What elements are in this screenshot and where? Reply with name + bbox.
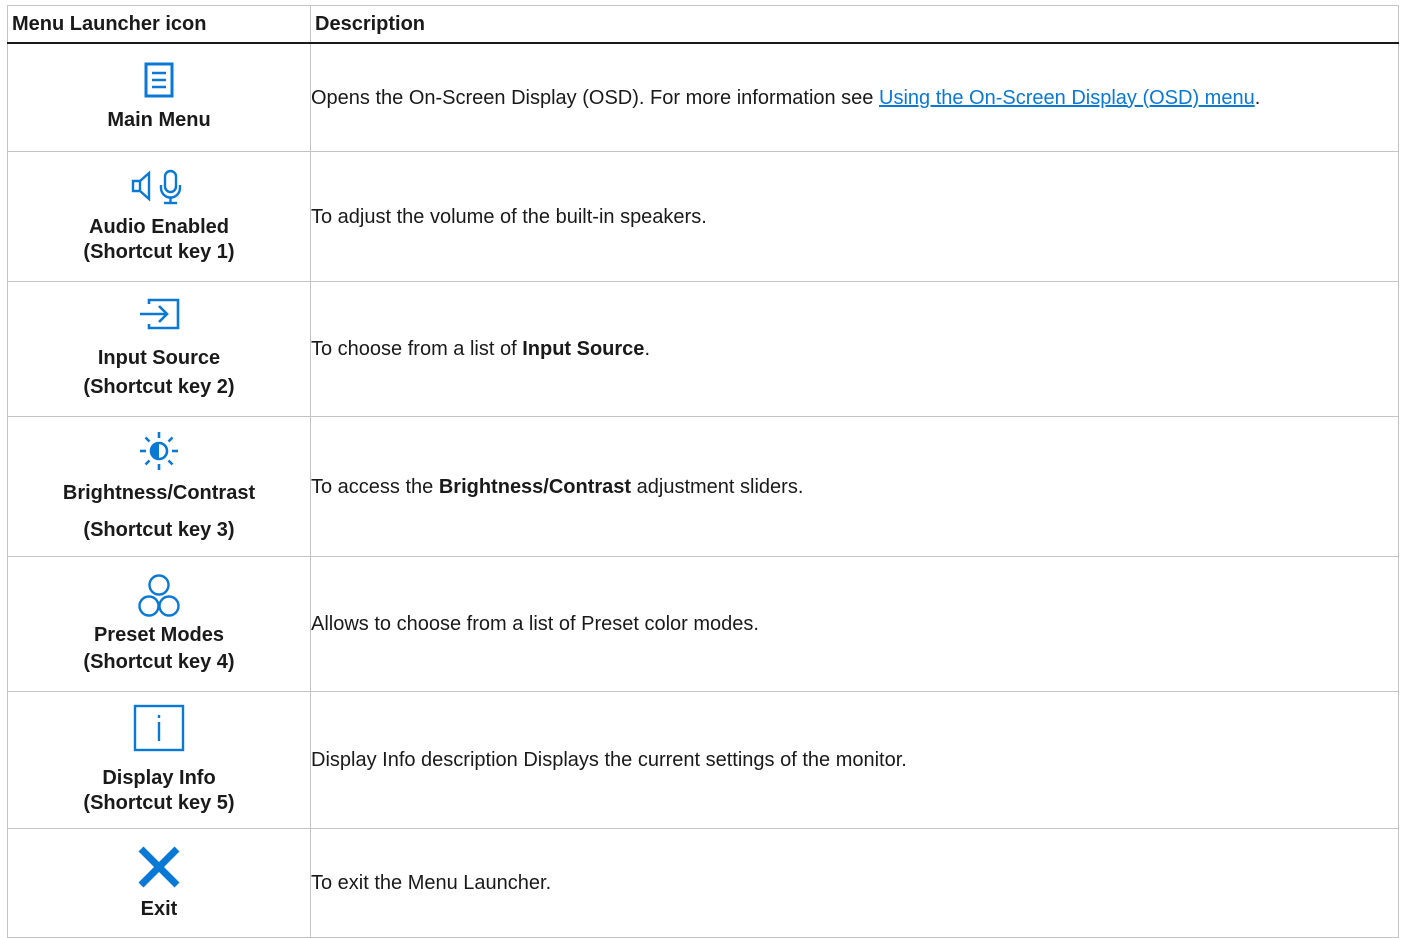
speaker-microphone-icon — [131, 169, 182, 205]
display-info-description: Display Info description Displays the cu… — [311, 749, 907, 771]
preset-modes-description: Allows to choose from a list of Preset c… — [311, 613, 759, 635]
description-period: . — [1254, 86, 1261, 109]
description-cell: To access the Brightness/Contrast adjust… — [310, 416, 1399, 557]
brightness-contrast-icon — [140, 431, 178, 470]
display-info-label: Display Info — [102, 767, 216, 789]
table-row-preset-modes: Preset Modes (Shortcut key 4) Allows to … — [7, 556, 1399, 692]
exit-icon — [138, 846, 180, 887]
input-source-label: Input Source — [97, 347, 221, 369]
audio-description: To adjust the volume of the built-in spe… — [311, 205, 707, 228]
table-header-row: Menu Launcher icon Description — [7, 5, 1399, 44]
icon-cell: Exit — [7, 828, 311, 938]
table-row-brightness-contrast: Brightness/Contrast (Shortcut key 3) To … — [7, 416, 1399, 557]
description-period: . — [644, 338, 650, 360]
description-cell: Opens the On-Screen Display (OSD). For m… — [310, 42, 1399, 152]
description-cell: To adjust the volume of the built-in spe… — [310, 151, 1399, 282]
brightness-description: To access the — [311, 475, 439, 498]
shortcut-key-2-label: (Shortcut key 2) — [83, 376, 235, 398]
table-row-main-menu: Main Menu Opens the On-Screen Display (O… — [7, 42, 1399, 152]
shortcut-key-4-label: (Shortcut key 4) — [83, 651, 235, 673]
exit-label: Exit — [140, 897, 178, 920]
shortcut-key-1-label: (Shortcut key 1) — [83, 241, 235, 263]
preset-modes-label: Preset Modes — [93, 624, 225, 646]
shortcut-key-5-label: (Shortcut key 5) — [83, 792, 235, 814]
table-row-exit: Exit To exit the Menu Launcher. — [7, 828, 1399, 938]
main-menu-description: Opens the On-Screen Display (OSD). For m… — [311, 86, 879, 109]
brightness-contrast-label: Brightness/Contrast — [62, 481, 256, 504]
icon-cell: Brightness/Contrast (Shortcut key 3) — [7, 416, 311, 557]
icon-cell: Preset Modes (Shortcut key 4) — [7, 556, 311, 692]
menu-launcher-table: Menu Launcher icon Description Main Menu… — [7, 5, 1399, 938]
icon-cell: Main Menu — [7, 42, 311, 152]
input-source-bold-text: Input Source — [522, 338, 645, 360]
shortcut-key-3-label: (Shortcut key 3) — [83, 518, 235, 541]
header-menu-launcher-icon: Menu Launcher icon — [7, 5, 311, 44]
table-row-audio-enabled: Audio Enabled (Shortcut key 1) To adjust… — [7, 151, 1399, 282]
display-info-icon — [133, 704, 185, 752]
brightness-description-end: adjustment sliders. — [631, 475, 804, 498]
input-source-icon — [140, 298, 180, 330]
description-cell: To exit the Menu Launcher. — [310, 828, 1399, 938]
icon-cell: Audio Enabled (Shortcut key 1) — [7, 151, 311, 282]
icon-cell: Input Source (Shortcut key 2) — [7, 281, 311, 417]
header-description: Description — [310, 5, 1399, 44]
audio-enabled-label: Audio Enabled — [89, 216, 229, 238]
main-menu-label: Main Menu — [107, 109, 211, 131]
input-source-description: To choose from a list of — [311, 338, 523, 360]
table-row-display-info: Display Info (Shortcut key 5) Display In… — [7, 691, 1399, 829]
icon-cell: Display Info (Shortcut key 5) — [7, 691, 311, 829]
osd-menu-link[interactable]: Using the On-Screen Display (OSD) menu — [879, 87, 1255, 109]
description-cell: Display Info description Displays the cu… — [310, 691, 1399, 829]
exit-description: To exit the Menu Launcher. — [311, 872, 552, 894]
main-menu-icon — [144, 62, 174, 98]
description-cell: To choose from a list of Input Source. — [310, 281, 1399, 417]
preset-modes-icon — [138, 574, 180, 617]
table-row-input-source: Input Source (Shortcut key 2) To choose … — [7, 281, 1399, 417]
description-cell: Allows to choose from a list of Preset c… — [310, 556, 1399, 692]
brightness-bold-text: Brightness/Contrast — [438, 475, 632, 498]
